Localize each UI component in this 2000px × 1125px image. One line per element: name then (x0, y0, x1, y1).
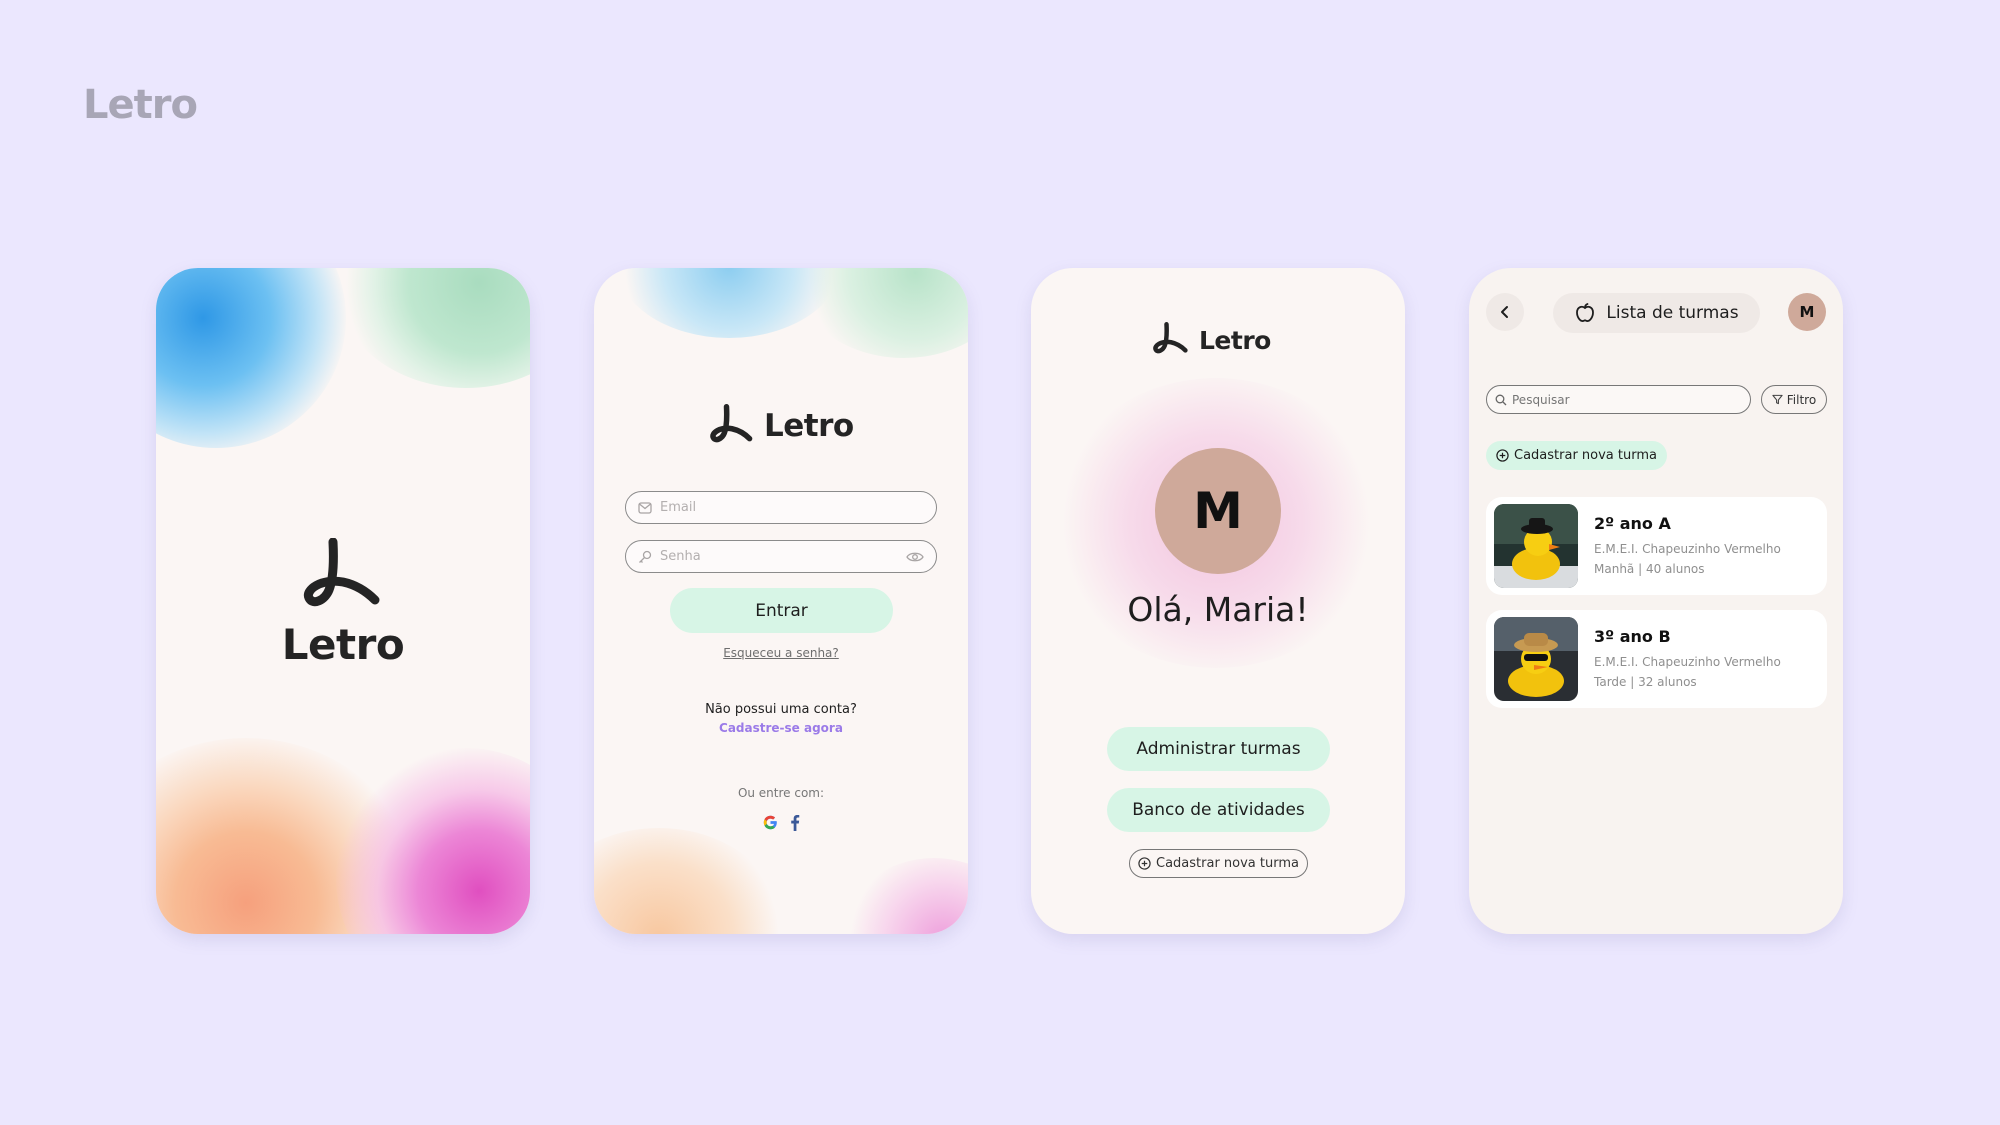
class-details: Manhã | 40 alunos (1594, 561, 1705, 576)
password-field[interactable] (625, 540, 937, 573)
letro-mark-icon (710, 404, 753, 443)
facebook-icon[interactable] (789, 814, 801, 831)
enter-button[interactable]: Entrar (670, 588, 893, 633)
plus-circle-icon (1138, 857, 1151, 870)
filter-label: Filtro (1786, 392, 1817, 407)
page-title-pill: Lista de turmas (1553, 293, 1760, 333)
letro-mark-icon (303, 538, 380, 607)
login-screen: Letro Entrar Esqueceu a senha? Não possu… (594, 268, 968, 934)
class-details: Tarde | 32 alunos (1594, 674, 1697, 689)
watercolor-magenta (844, 858, 968, 934)
watercolor-peach (594, 828, 784, 934)
key-icon (639, 550, 652, 563)
letro-mark-icon (1153, 322, 1188, 354)
register-class-chip-label: Cadastrar nova turma (1514, 448, 1657, 463)
class-school: E.M.E.I. Chapeuzinho Vermelho (1594, 541, 1781, 556)
classes-screen: Lista de turmas M Filtro Cadastrar nova … (1469, 268, 1843, 934)
chevron-left-icon (1501, 306, 1508, 318)
page-title: Lista de turmas (1606, 303, 1739, 323)
home-screen: Letro M Olá, Maria! Administrar turmas B… (1031, 268, 1405, 934)
signup-link[interactable]: Cadastre-se agora (594, 721, 968, 735)
splash-logo: Letro (156, 538, 530, 669)
mail-icon (638, 501, 652, 514)
user-avatar[interactable]: M (1788, 293, 1826, 331)
search-icon (1495, 394, 1507, 405)
home-logo: Letro (1153, 322, 1271, 358)
back-button[interactable] (1486, 293, 1524, 331)
class-thumbnail (1494, 617, 1578, 701)
filter-icon (1772, 394, 1783, 405)
search-input[interactable] (1512, 392, 1742, 407)
register-class-label: Cadastrar nova turma (1156, 856, 1299, 871)
register-class-chip[interactable]: Cadastrar nova turma (1486, 441, 1667, 470)
login-logo: Letro (710, 404, 854, 448)
social-login-row (594, 814, 968, 831)
class-title: 3º ano B (1594, 626, 1671, 646)
splash-logo-word: Letro (281, 620, 405, 669)
brand-title: Letro (83, 82, 198, 128)
watercolor-green (794, 268, 968, 358)
class-card[interactable]: 3º ano B E.M.E.I. Chapeuzinho Vermelho T… (1486, 610, 1827, 708)
home-logo-word: Letro (1199, 325, 1271, 355)
watercolor-green (336, 268, 530, 388)
class-title: 2º ano A (1594, 513, 1671, 533)
class-card[interactable]: 2º ano A E.M.E.I. Chapeuzinho Vermelho M… (1486, 497, 1827, 595)
email-input[interactable] (660, 500, 924, 515)
or-enter-with-text: Ou entre com: (737, 786, 825, 800)
avatar: M (1155, 448, 1281, 574)
register-class-button[interactable]: Cadastrar nova turma (1129, 849, 1308, 878)
apple-icon (1576, 303, 1595, 322)
google-icon[interactable] (762, 814, 779, 831)
watercolor-blue (156, 268, 346, 448)
manage-classes-button[interactable]: Administrar turmas (1107, 727, 1330, 771)
splash-screen: Letro (156, 268, 530, 934)
search-field[interactable] (1486, 385, 1751, 414)
forgot-password-link[interactable]: Esqueceu a senha? (594, 646, 968, 660)
class-thumbnail (1494, 504, 1578, 588)
filter-button[interactable]: Filtro (1761, 385, 1827, 414)
greeting: Olá, Maria! (1127, 590, 1309, 629)
password-input[interactable] (660, 549, 898, 564)
class-school: E.M.E.I. Chapeuzinho Vermelho (1594, 654, 1781, 669)
plus-circle-icon (1496, 449, 1509, 462)
eye-icon[interactable] (906, 551, 924, 563)
email-field[interactable] (625, 491, 937, 524)
watercolor-magenta (336, 748, 530, 934)
activities-bank-button[interactable]: Banco de atividades (1107, 788, 1330, 832)
login-logo-word: Letro (764, 408, 854, 444)
no-account-text: Não possui uma conta? (705, 702, 857, 717)
